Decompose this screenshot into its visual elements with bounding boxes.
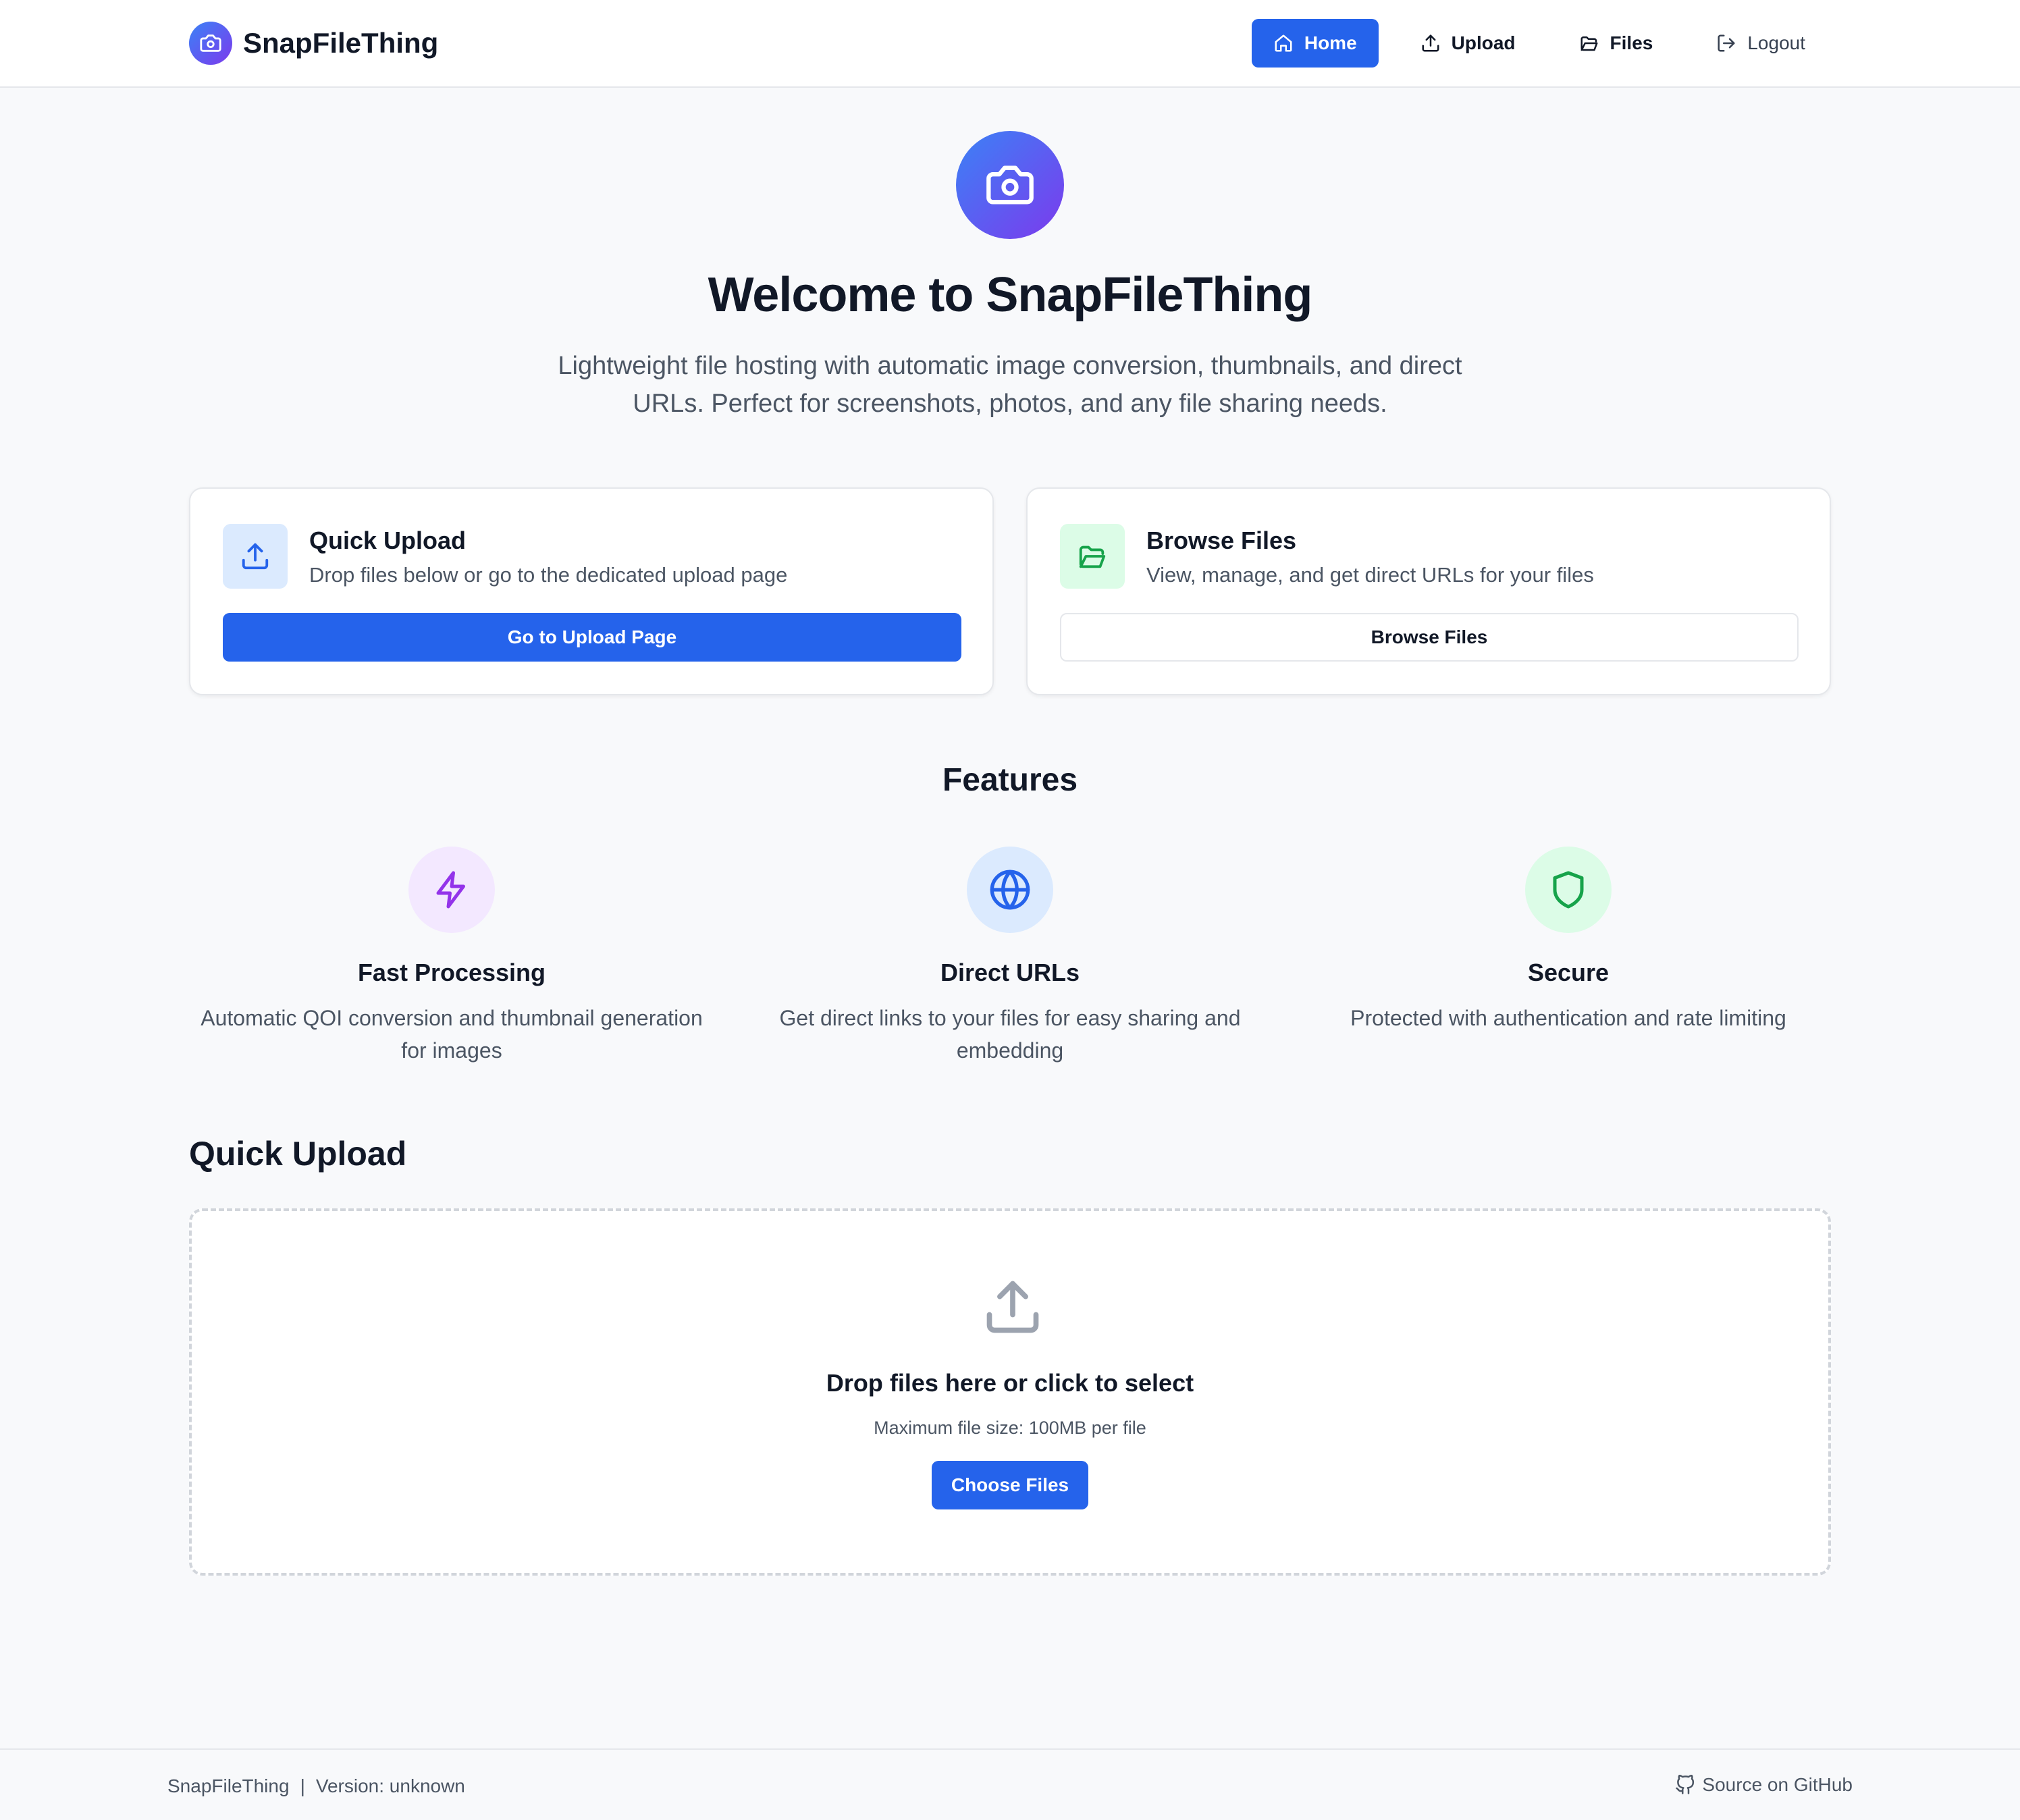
nav-upload[interactable]: Upload bbox=[1399, 19, 1537, 68]
card-description: View, manage, and get direct URLs for yo… bbox=[1146, 563, 1594, 587]
upload-icon bbox=[223, 524, 288, 589]
dropzone-title: Drop files here or click to select bbox=[826, 1369, 1194, 1397]
shield-icon bbox=[1525, 847, 1612, 933]
feature-title: Direct URLs bbox=[940, 959, 1080, 986]
go-to-upload-button[interactable]: Go to Upload Page bbox=[223, 613, 961, 662]
features-heading: Features bbox=[942, 762, 1078, 798]
browse-files-button[interactable]: Browse Files bbox=[1060, 613, 1799, 662]
file-dropzone[interactable]: Drop files here or click to select Maxim… bbox=[189, 1208, 1831, 1576]
feature-title: Fast Processing bbox=[357, 959, 546, 986]
feature-secure: Secure Protected with authentication and… bbox=[1305, 847, 1832, 1034]
quick-upload-card: Quick Upload Drop files below or go to t… bbox=[189, 487, 994, 695]
page-subtitle: Lightweight file hosting with automatic … bbox=[558, 352, 1462, 418]
card-title: Quick Upload bbox=[309, 527, 467, 554]
nav-home[interactable]: Home bbox=[1251, 19, 1379, 68]
feature-description: Automatic QOI conversion and thumbnail g… bbox=[201, 1006, 703, 1063]
app-name: SnapFileThing bbox=[243, 27, 439, 59]
brand[interactable]: SnapFileThing bbox=[189, 22, 438, 65]
feature-fast-processing: Fast Processing Automatic QOI conversion… bbox=[188, 847, 715, 1067]
source-link-label: Source on GitHub bbox=[1702, 1774, 1853, 1795]
feature-direct-urls: Direct URLs Get direct links to your fil… bbox=[747, 847, 1273, 1067]
upload-icon bbox=[982, 1276, 1044, 1341]
footer-app-name: SnapFileThing bbox=[167, 1775, 290, 1796]
quick-upload-heading: Quick Upload bbox=[189, 1135, 407, 1173]
feature-description: Protected with authentication and rate l… bbox=[1350, 1006, 1786, 1030]
nav-upload-label: Upload bbox=[1451, 32, 1516, 53]
footer-version: Version: unknown bbox=[315, 1775, 465, 1796]
footer: SnapFileThing | Version: unknown Source on… bbox=[0, 1748, 2020, 1820]
dropzone-hint: Maximum file size: 100MB per file bbox=[874, 1418, 1146, 1438]
folder-open-icon bbox=[1580, 36, 1598, 51]
home-icon bbox=[1275, 34, 1292, 52]
logout-icon bbox=[1718, 34, 1735, 52]
camera-icon bbox=[956, 131, 1064, 239]
lightning-icon bbox=[408, 847, 495, 933]
nav-home-label: Home bbox=[1304, 32, 1357, 53]
feature-title: Secure bbox=[1527, 959, 1610, 986]
page-title: Welcome to SnapFileThing bbox=[708, 268, 1313, 322]
globe-icon bbox=[967, 847, 1053, 933]
folder-open-icon bbox=[1060, 524, 1125, 589]
camera-icon bbox=[189, 22, 232, 65]
top-navbar: SnapFileThing Home Upload Files Logout bbox=[0, 0, 2020, 88]
github-icon bbox=[1676, 1775, 1695, 1794]
footer-info: SnapFileThing | Version: unknown bbox=[167, 1775, 465, 1797]
feature-description: Get direct links to your files for easy … bbox=[779, 1006, 1241, 1063]
source-link[interactable]: Source on GitHub bbox=[1675, 1774, 1853, 1796]
browse-files-card: Browse Files View, manage, and get direc… bbox=[1026, 487, 1831, 695]
upload-icon bbox=[1422, 34, 1439, 52]
card-description: Drop files below or go to the dedicated … bbox=[309, 563, 788, 587]
nav-files-label: Files bbox=[1610, 32, 1653, 53]
footer-separator: | bbox=[300, 1775, 305, 1796]
main-nav: Home Upload Files Logout bbox=[1231, 19, 1827, 68]
nav-logout[interactable]: Logout bbox=[1695, 19, 1827, 68]
choose-files-button[interactable]: Choose Files bbox=[932, 1461, 1088, 1509]
card-title: Browse Files bbox=[1146, 527, 1297, 554]
nav-files[interactable]: Files bbox=[1558, 19, 1675, 68]
nav-logout-label: Logout bbox=[1747, 32, 1805, 53]
